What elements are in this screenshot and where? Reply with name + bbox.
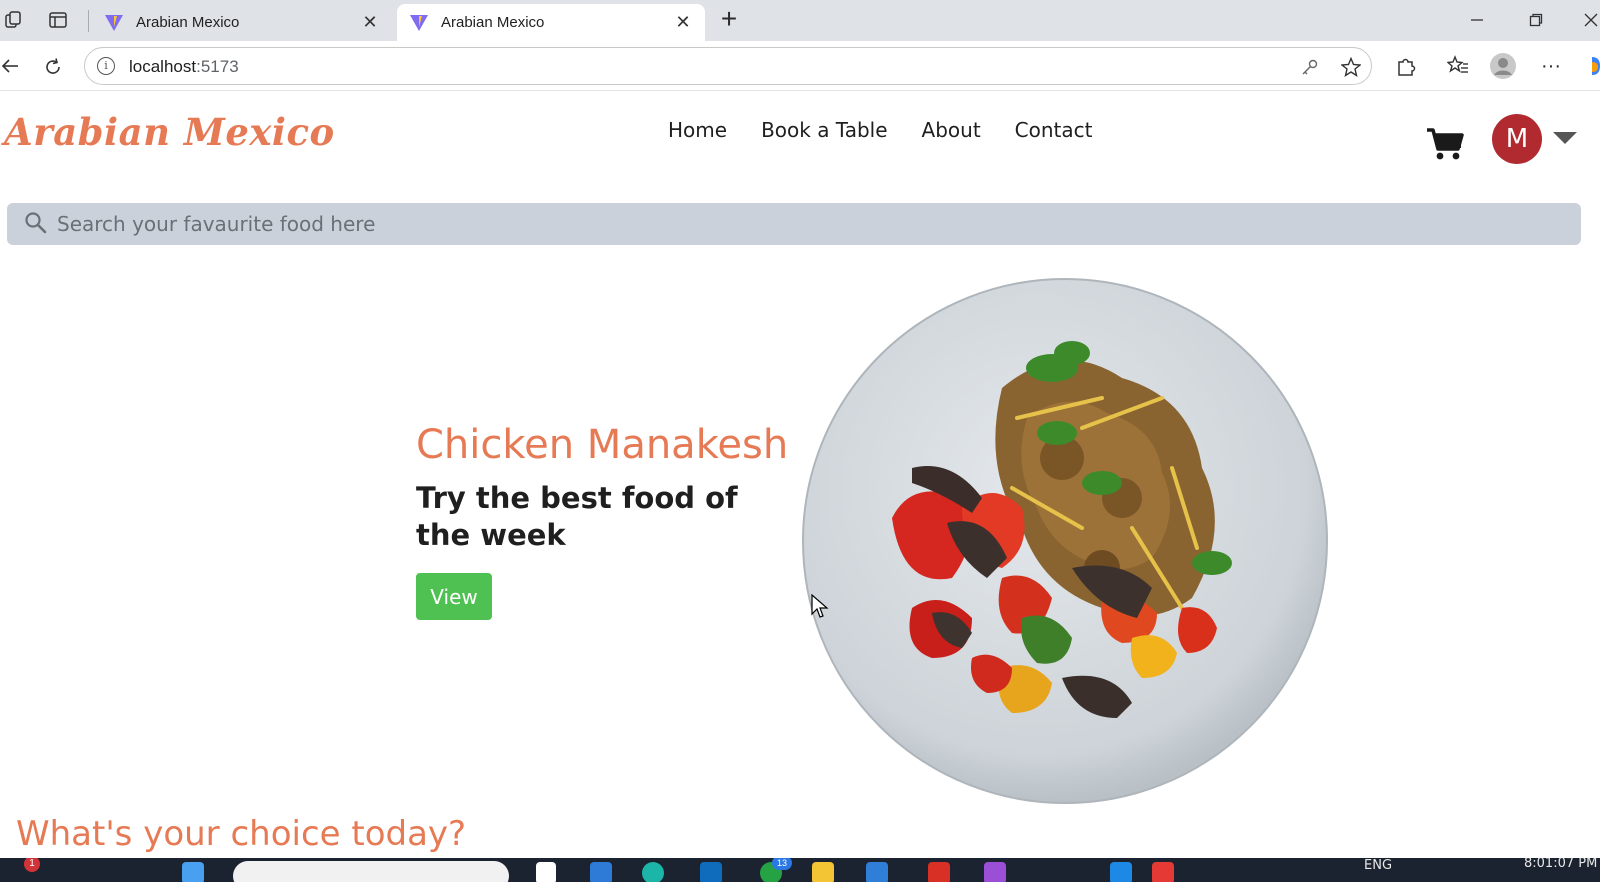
tab-title: Arabian Mexico (136, 14, 240, 31)
taskbar-badge: 13 (772, 858, 792, 870)
browser-tab[interactable]: Arabian Mexico ✕ (92, 4, 392, 41)
os-taskbar: 1 13 ENG 8:01:07 PM (0, 858, 1600, 882)
tab-actions-icon[interactable] (46, 8, 70, 32)
vite-favicon-icon (105, 14, 123, 31)
taskbar-app-icon[interactable] (1152, 862, 1174, 882)
browser-tab-active[interactable]: Arabian Mexico ✕ (397, 4, 705, 41)
notification-badge: 1 (24, 858, 40, 872)
profile-icon[interactable] (1488, 51, 1518, 81)
mouse-cursor-icon (811, 594, 829, 618)
clock-time[interactable]: 8:01:07 PM (1524, 858, 1597, 871)
close-window-icon[interactable] (1582, 8, 1600, 32)
vite-favicon-icon (410, 14, 428, 31)
favorites-list-icon[interactable] (1445, 53, 1471, 79)
browser-toolbar: i localhost:5173 ··· (0, 41, 1600, 91)
taskbar-search-box[interactable] (233, 861, 509, 882)
start-icon[interactable] (182, 862, 204, 882)
taskbar-app-icon[interactable] (700, 862, 722, 882)
close-tab-icon[interactable]: ✕ (356, 9, 384, 37)
view-button[interactable]: View (416, 573, 492, 620)
browser-tab-bar: Arabian Mexico ✕ Arabian Mexico ✕ + (0, 0, 1600, 41)
restore-icon[interactable] (1524, 8, 1548, 32)
food-search-input[interactable] (57, 203, 1557, 245)
new-tab-button[interactable]: + (714, 3, 744, 34)
key-icon[interactable] (1299, 56, 1321, 78)
search-icon (25, 212, 47, 234)
taskbar-edge-icon[interactable] (642, 862, 664, 882)
taskbar-app-icon[interactable] (536, 862, 556, 882)
workspaces-icon[interactable] (2, 8, 26, 32)
copilot-icon[interactable] (1584, 53, 1600, 79)
nav-home-link[interactable]: Home (668, 118, 727, 142)
minimize-icon[interactable] (1465, 8, 1489, 32)
nav-about-link[interactable]: About (922, 118, 981, 142)
gmail-icon[interactable] (928, 862, 950, 882)
section-heading: What's your choice today? (16, 814, 467, 854)
user-menu-caret-icon[interactable] (1553, 132, 1577, 144)
taskbar-app-icon[interactable] (1110, 862, 1132, 882)
taskbar-app-icon[interactable] (984, 862, 1006, 882)
extensions-icon[interactable] (1393, 53, 1419, 79)
site-info-icon[interactable]: i (97, 57, 115, 75)
url-port: :5173 (196, 57, 239, 76)
favorite-star-icon[interactable] (1339, 55, 1363, 79)
nav-contact-link[interactable]: Contact (1015, 118, 1093, 142)
address-bar[interactable]: i localhost:5173 (84, 47, 1372, 85)
taskbar-app-icon[interactable] (590, 862, 612, 882)
url-host: localhost (129, 57, 197, 76)
hero-subtitle: Try the best food of the week (416, 481, 738, 552)
web-page: Arabian Mexico Home Book a Table About C… (0, 92, 1600, 858)
nav-book-table-link[interactable]: Book a Table (761, 118, 887, 142)
file-explorer-icon[interactable] (812, 862, 834, 882)
address-url[interactable]: localhost:5173 (129, 57, 239, 77)
main-nav: Home Book a Table About Contact (668, 118, 1092, 142)
tab-title: Arabian Mexico (441, 14, 545, 31)
refresh-icon[interactable] (40, 54, 66, 80)
user-avatar[interactable]: M (1492, 114, 1542, 164)
taskbar-app-icon[interactable] (866, 862, 888, 882)
language-indicator[interactable]: ENG (1364, 858, 1392, 873)
tab-separator (88, 10, 89, 32)
more-options-icon[interactable]: ··· (1538, 53, 1564, 79)
food-search-bar (7, 203, 1581, 245)
cart-icon[interactable] (1425, 126, 1465, 162)
hero-title: Chicken Manakesh (416, 422, 789, 468)
food-plate-image (802, 278, 1328, 804)
close-tab-icon[interactable]: ✕ (669, 9, 697, 37)
back-icon[interactable] (0, 54, 20, 78)
site-logo[interactable]: Arabian Mexico (4, 110, 335, 154)
